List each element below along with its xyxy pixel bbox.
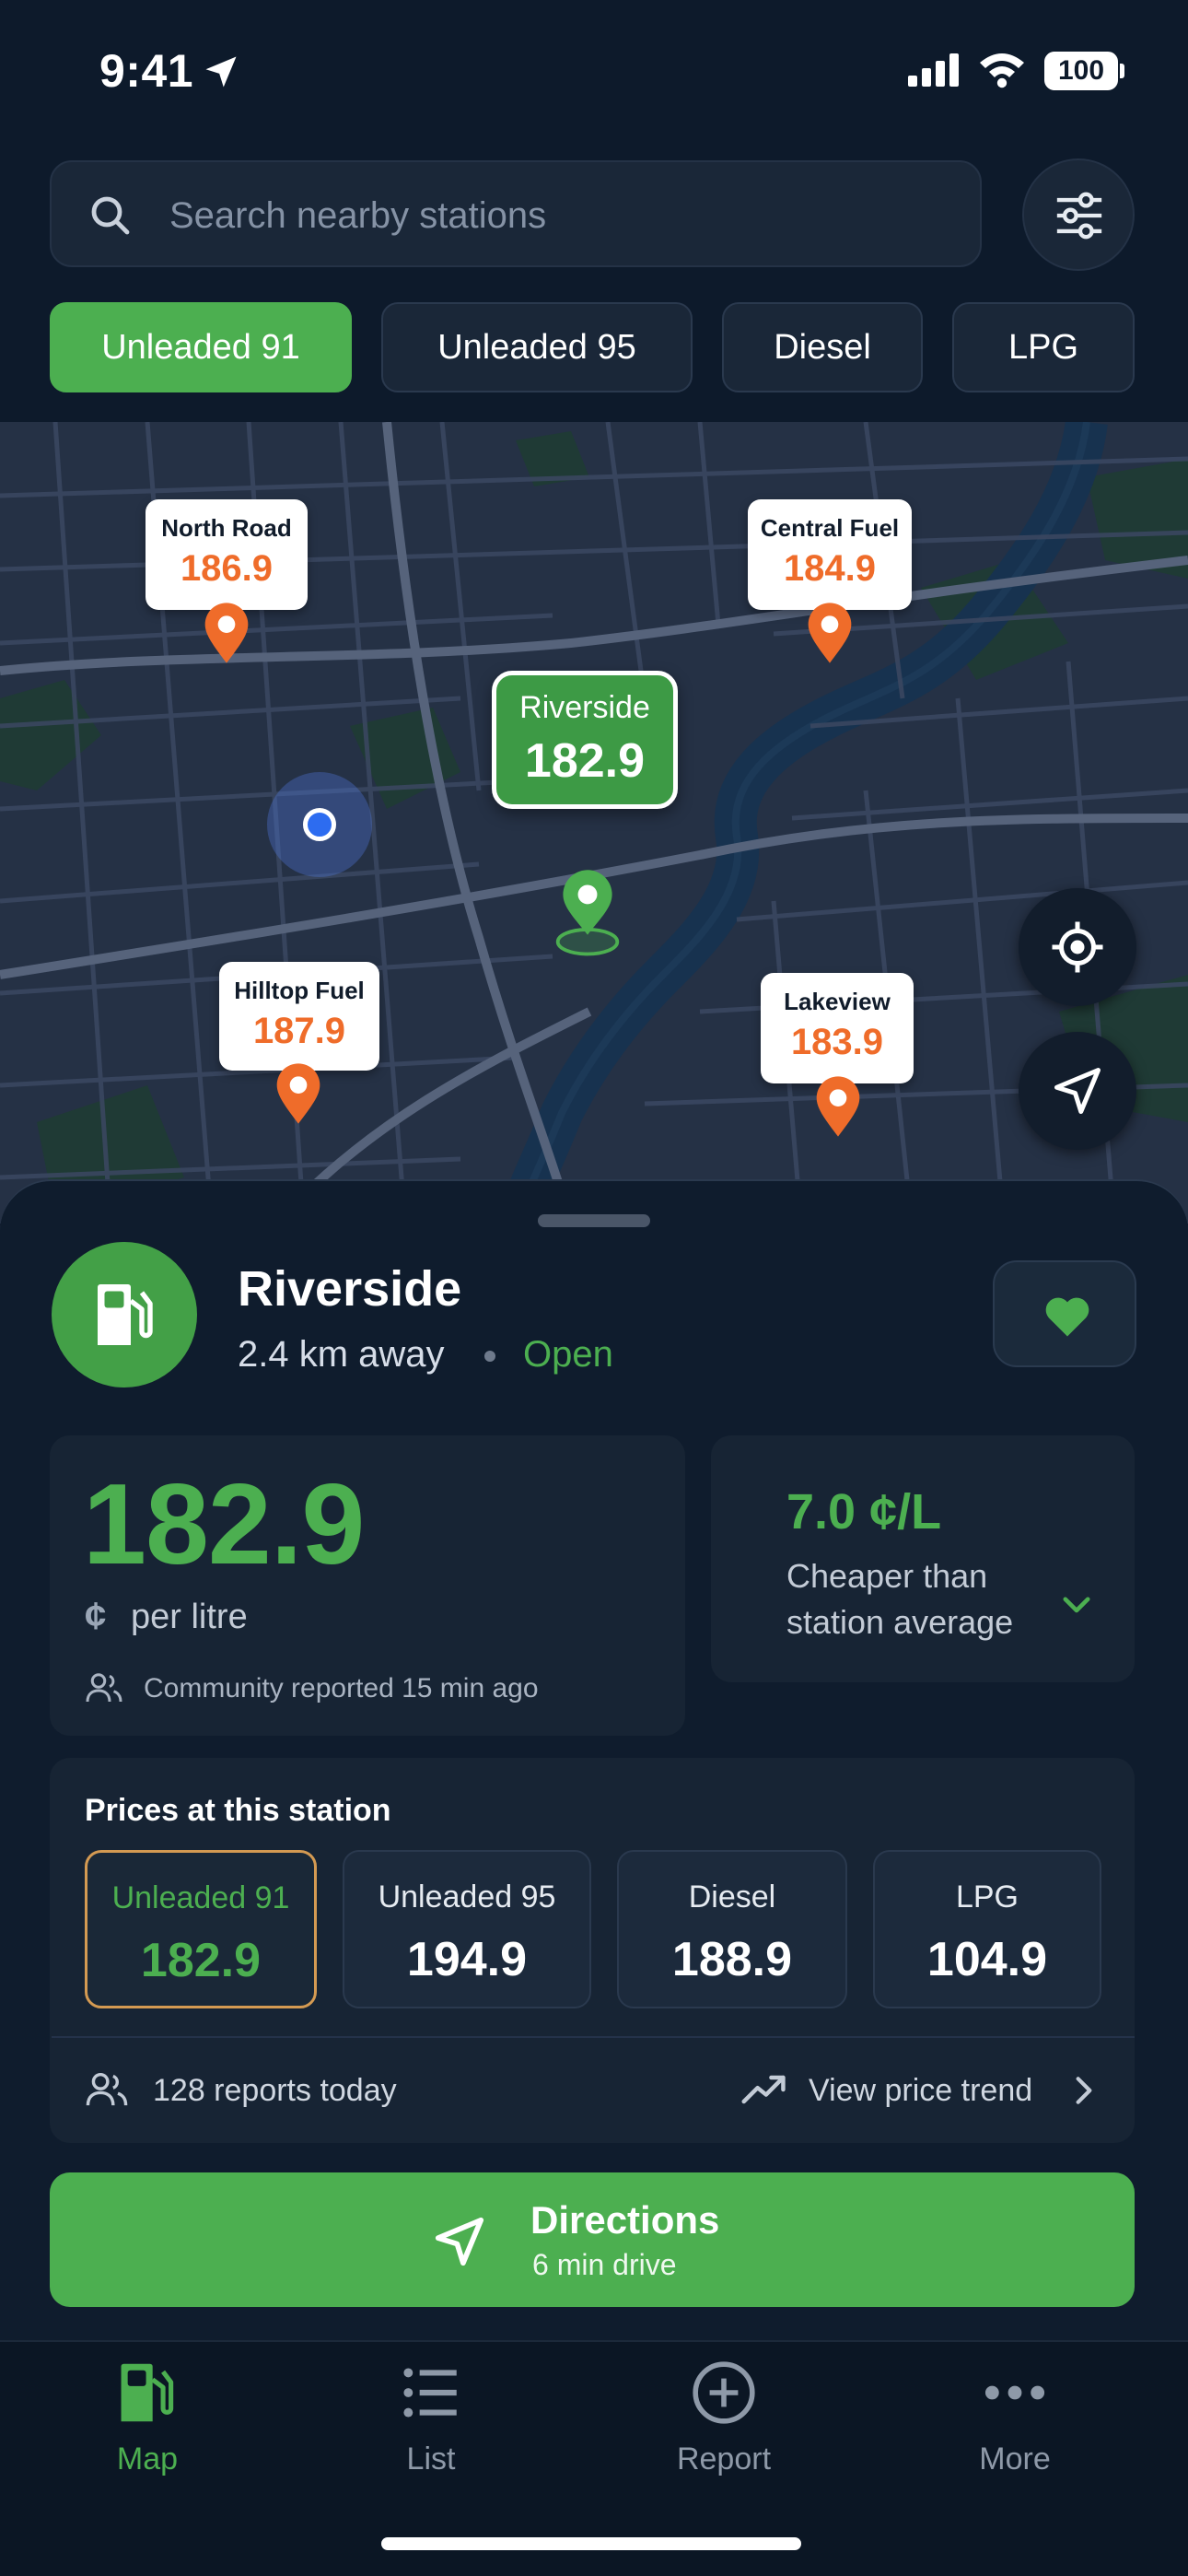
search-placeholder: Search nearby stations	[169, 195, 547, 236]
marker-station-price: 182.9	[524, 734, 646, 788]
fuel-tile-label: Unleaded 95	[378, 1879, 556, 1914]
search-icon	[91, 196, 130, 235]
map-pin-icon	[204, 603, 249, 663]
sliders-icon	[1056, 192, 1102, 240]
marker-station-price: 184.9	[783, 548, 877, 589]
tab-label: Report	[676, 2441, 772, 2476]
wifi-icon	[980, 53, 1024, 88]
station-marker-hilltop-fuel[interactable]: Hilltop Fuel 187.9	[219, 962, 379, 1071]
marker-station-name: Central Fuel	[760, 514, 900, 542]
tab-report[interactable]: Report	[632, 2359, 816, 2497]
saving-value: 7.0 ¢/L	[786, 1484, 942, 1540]
directions-label: Directions	[530, 2198, 720, 2242]
view-price-trend-link[interactable]: View price trend	[809, 2073, 1032, 2109]
fuel-chip-unleaded-91[interactable]: Unleaded 91	[50, 302, 352, 392]
tab-label: Map	[116, 2441, 179, 2476]
more-icon	[984, 2385, 1045, 2400]
battery-icon: 100	[1044, 52, 1118, 90]
chevron-right-icon[interactable]	[1068, 2073, 1100, 2108]
fuel-price-tile-lpg[interactable]: LPG 104.9	[873, 1850, 1101, 2008]
tab-list[interactable]: List	[339, 2359, 523, 2497]
saving-description: Cheaper than station average	[786, 1557, 1014, 1641]
station-distance: 2.4 km away	[238, 1334, 445, 1375]
marker-station-name: Riverside	[519, 690, 650, 725]
fuel-tile-label: LPG	[955, 1879, 1019, 1914]
heart-icon	[1045, 1297, 1089, 1337]
fuel-tile-price: 194.9	[406, 1933, 528, 1986]
directions-eta: 6 min drive	[532, 2248, 677, 2281]
map-pin-icon	[276, 1063, 320, 1124]
navigation-arrow-icon	[435, 2217, 484, 2266]
separator-dot	[484, 1351, 495, 1362]
fuel-pump-icon	[121, 2363, 174, 2422]
divider	[52, 2036, 1135, 2038]
tab-label: More	[979, 2441, 1051, 2476]
status-bar: 9:41 100	[0, 0, 1188, 147]
status-time: 9:41	[99, 45, 194, 97]
fuel-price-tile-unleaded-91[interactable]: Unleaded 91 182.9	[85, 1850, 317, 2008]
navigation-arrow-icon	[1054, 1068, 1101, 1114]
trending-up-icon	[741, 2075, 786, 2104]
battery-cap	[1120, 64, 1124, 78]
map-pin-icon	[808, 603, 852, 663]
fuel-tile-label: Diesel	[688, 1879, 776, 1914]
fuel-pump-icon	[98, 1284, 153, 1345]
users-icon	[86, 2073, 128, 2106]
fuel-tile-price: 188.9	[671, 1933, 793, 1986]
tab-map[interactable]: Map	[55, 2359, 239, 2497]
station-open-status: Open	[523, 1334, 613, 1375]
selected-station-marker[interactable]: Riverside 182.9	[492, 671, 678, 809]
reported-time: Community reported 15 min ago	[144, 1673, 539, 1704]
map-view[interactable]: North Road 186.9 Central Fuel 184.9 Hill…	[0, 422, 1188, 1224]
marker-station-price: 183.9	[790, 1022, 884, 1062]
price-unit: per litre	[131, 1598, 248, 1636]
sheet-grabber[interactable]	[538, 1214, 650, 1227]
marker-station-name: North Road	[161, 514, 292, 542]
cellular-signal-icon	[908, 53, 959, 87]
fuel-chip-diesel[interactable]: Diesel	[722, 302, 923, 392]
users-icon	[86, 1673, 122, 1703]
marker-station-price: 186.9	[180, 548, 274, 589]
marker-station-name: Lakeview	[784, 988, 891, 1015]
fuel-tile-price: 104.9	[926, 1933, 1048, 1986]
station-marker-central-fuel[interactable]: Central Fuel 184.9	[748, 499, 912, 610]
marker-station-name: Hilltop Fuel	[234, 977, 365, 1004]
location-arrow-icon	[205, 56, 237, 88]
cent-icon: ¢	[85, 1594, 107, 1637]
user-location-dot	[303, 808, 336, 841]
fuel-tile-label: Unleaded 91	[111, 1880, 290, 1915]
plus-circle-icon	[693, 2361, 755, 2424]
recenter-button[interactable]	[1019, 888, 1136, 1006]
map-pin-icon	[816, 1076, 860, 1137]
filter-button[interactable]	[1022, 158, 1135, 271]
chevron-down-icon[interactable]	[1057, 1585, 1096, 1623]
list-icon	[403, 2368, 457, 2418]
current-price: 182.9	[83, 1461, 365, 1588]
prices-section-title: Prices at this station	[85, 1793, 391, 1828]
reports-count: 128 reports today	[153, 2073, 397, 2108]
favorite-button[interactable]	[993, 1260, 1136, 1367]
search-input[interactable]: Search nearby stations	[50, 160, 982, 267]
selected-station-pin-icon	[555, 870, 620, 956]
marker-station-price: 187.9	[252, 1011, 346, 1051]
station-avatar	[52, 1242, 197, 1388]
station-marker-lakeview[interactable]: Lakeview 183.9	[761, 973, 914, 1083]
fuel-chip-lpg[interactable]: LPG	[952, 302, 1135, 392]
station-marker-north-road[interactable]: North Road 186.9	[146, 499, 308, 610]
fuel-tile-price: 182.9	[140, 1934, 262, 1987]
fuel-chip-unleaded-95[interactable]: Unleaded 95	[381, 302, 693, 392]
home-indicator[interactable]	[381, 2537, 801, 2550]
navigate-button[interactable]	[1019, 1032, 1136, 1150]
tab-more[interactable]: More	[923, 2359, 1107, 2497]
tab-label: List	[406, 2441, 456, 2476]
station-name: Riverside	[238, 1261, 462, 1317]
fuel-price-tile-unleaded-95[interactable]: Unleaded 95 194.9	[343, 1850, 591, 2008]
crosshair-icon	[1052, 921, 1103, 973]
fuel-price-tile-diesel[interactable]: Diesel 188.9	[617, 1850, 847, 2008]
